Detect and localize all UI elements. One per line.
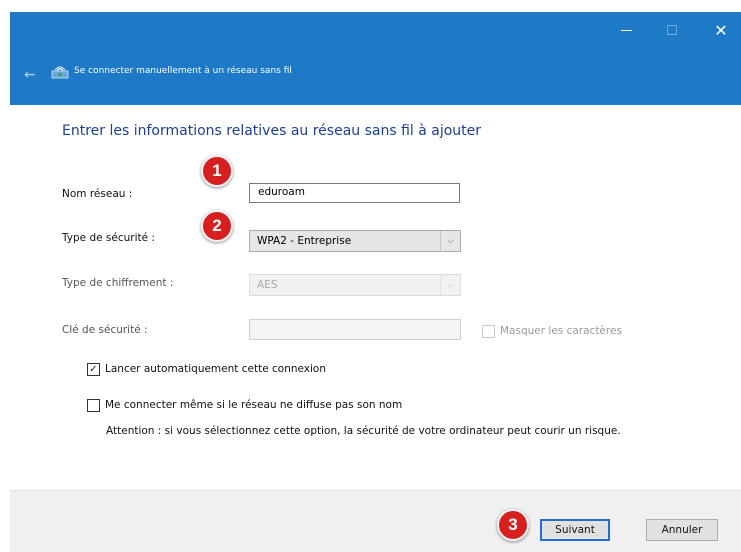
- close-icon: ✕: [714, 20, 728, 40]
- step-badge-3: 3: [497, 509, 529, 541]
- auto-connect-label[interactable]: Lancer automatiquement cette connexion: [105, 363, 326, 375]
- encryption-type-select: AES ⌵: [249, 274, 461, 296]
- top-strip: [0, 0, 741, 12]
- minimize-button[interactable]: [606, 18, 646, 42]
- step-badge-2: 2: [201, 210, 233, 242]
- encryption-type-value: AES: [257, 279, 278, 291]
- auto-connect-checkbox[interactable]: ✓: [87, 363, 100, 376]
- connect-hidden-checkbox[interactable]: [87, 399, 100, 412]
- cancel-button[interactable]: Annuler: [646, 519, 718, 541]
- content-area: Entrer les informations relatives au rés…: [10, 105, 741, 490]
- page-heading: Entrer les informations relatives au rés…: [62, 123, 482, 139]
- maximize-icon: [667, 25, 677, 35]
- security-key-input: [249, 319, 461, 340]
- checkmark-icon: ✓: [89, 364, 98, 375]
- wifi-network-icon: [51, 66, 69, 79]
- warning-text: Attention : si vous sélectionnez cette o…: [106, 425, 621, 437]
- network-name-input[interactable]: eduroam: [249, 183, 460, 203]
- back-arrow-icon[interactable]: ←: [24, 67, 36, 83]
- window-title: Se connecter manuellement à un réseau sa…: [74, 66, 292, 76]
- chevron-down-icon: ⌵: [440, 275, 460, 295]
- dialog-window: ✕ ← Se connecter manuellement à un résea…: [10, 12, 741, 552]
- step-badge-1: 1: [201, 155, 233, 187]
- maximize-button[interactable]: [652, 18, 692, 42]
- connect-hidden-label[interactable]: Me connecter même si le réseau ne diffus…: [105, 399, 402, 411]
- chevron-down-icon: ⌵: [440, 231, 460, 251]
- encryption-type-label: Type de chiffrement :: [62, 277, 174, 289]
- security-type-value: WPA2 - Entreprise: [257, 235, 352, 247]
- hide-characters-label: Masquer les caractères: [500, 325, 622, 337]
- close-button[interactable]: ✕: [701, 18, 741, 42]
- network-name-label: Nom réseau :: [62, 188, 133, 200]
- security-type-select[interactable]: WPA2 - Entreprise ⌵: [249, 230, 461, 252]
- button-footer: Suivant Annuler: [10, 490, 741, 552]
- security-type-label: Type de sécurité :: [62, 232, 155, 244]
- minimize-icon: [620, 29, 632, 31]
- title-bar: ✕ ← Se connecter manuellement à un résea…: [10, 12, 741, 105]
- hide-characters-checkbox: [482, 325, 495, 338]
- security-key-label: Clé de sécurité :: [62, 324, 148, 336]
- next-button[interactable]: Suivant: [540, 519, 610, 541]
